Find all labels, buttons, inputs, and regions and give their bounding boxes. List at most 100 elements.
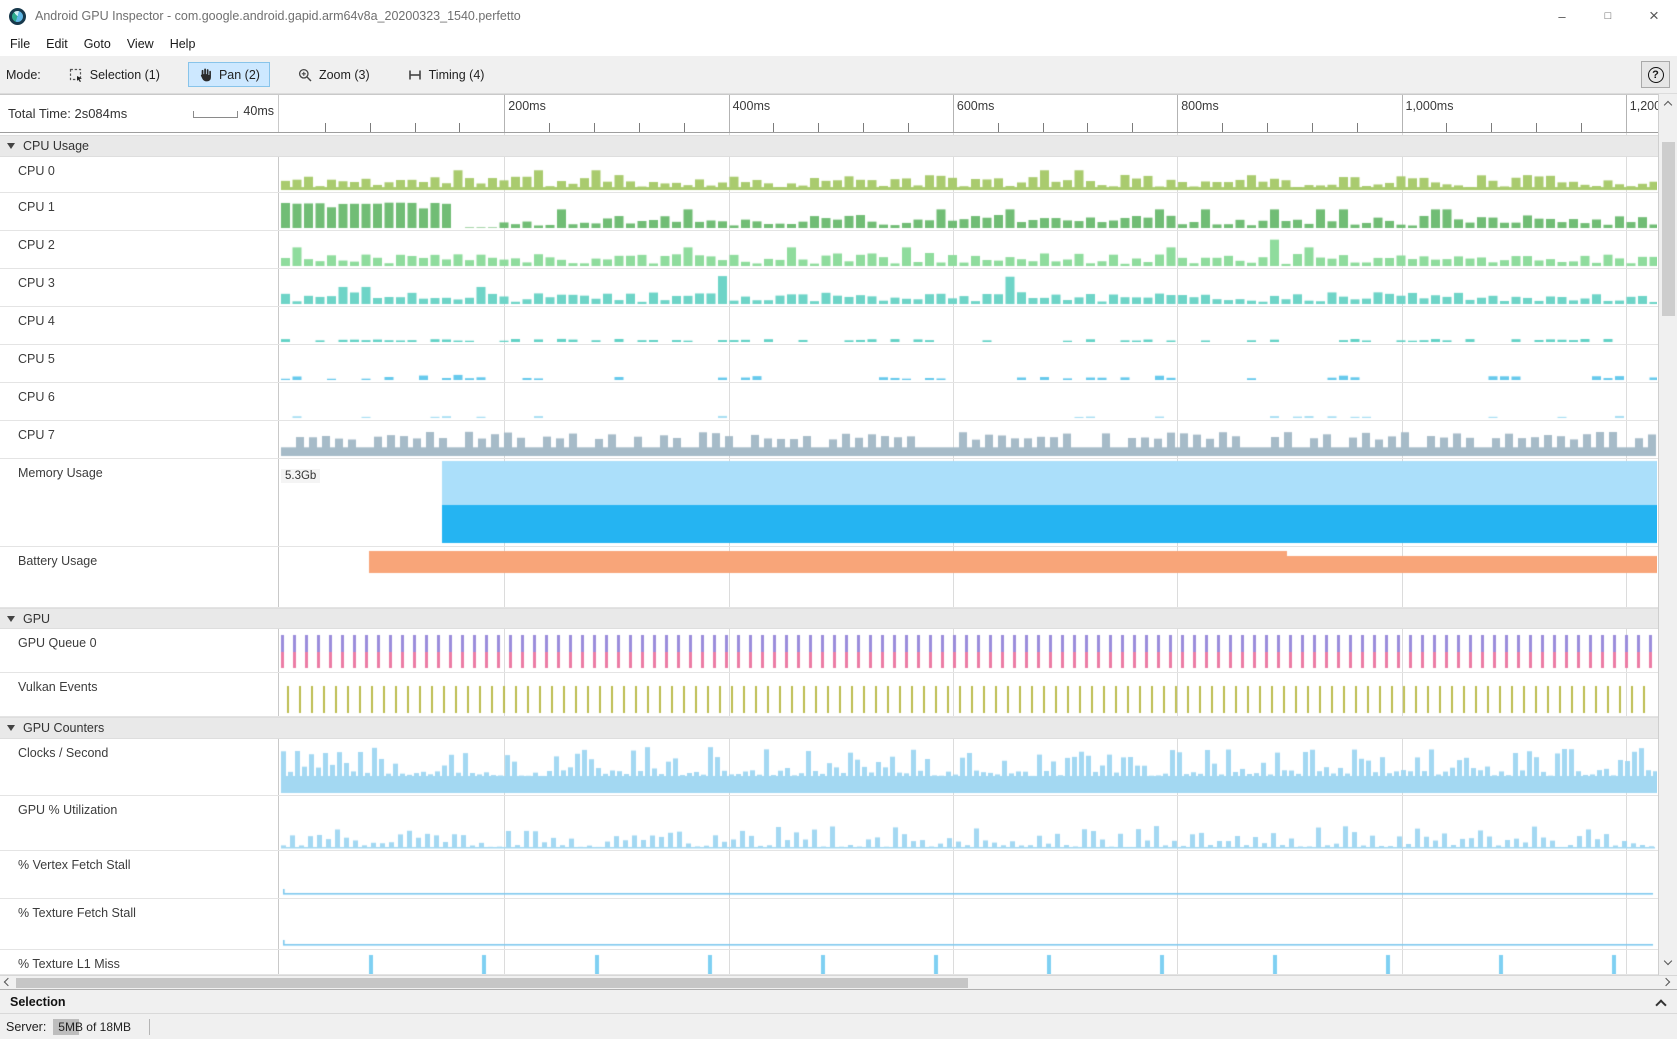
ruler-minor-tick [1536, 123, 1537, 132]
track-row-gpu-pct-utilization: GPU % Utilization [0, 796, 1658, 851]
ruler-tick-label: 1,200ms [1630, 99, 1658, 113]
track-label-memory-usage[interactable]: Memory Usage [0, 459, 279, 546]
track-chart-pct-vertex-fetch-stall[interactable] [279, 851, 1657, 898]
zoom-mode-button[interactable]: Zoom (3) [288, 63, 380, 87]
scroll-up-icon[interactable] [1664, 101, 1672, 109]
track-label-cpu-5[interactable]: CPU 5 [0, 345, 279, 382]
menu-edit[interactable]: Edit [38, 34, 76, 54]
track-label-cpu-0[interactable]: CPU 0 [0, 157, 279, 192]
track-label-cpu-1[interactable]: CPU 1 [0, 193, 279, 230]
section-header-gpu-counters[interactable]: GPU Counters [0, 717, 1658, 739]
track-chart-gpu-queue-0[interactable] [279, 629, 1657, 672]
status-divider [149, 1019, 150, 1035]
track-chart-cpu-5[interactable] [279, 345, 1657, 382]
horizontal-scrollbar-thumb[interactable] [16, 978, 968, 988]
section-label: GPU Counters [23, 721, 104, 735]
app-window: Android GPU Inspector - com.google.andro… [0, 0, 1677, 1039]
track-row-memory-usage: Memory Usage5.3Gb [0, 459, 1658, 547]
track-label-pct-vertex-fetch-stall[interactable]: % Vertex Fetch Stall [0, 851, 279, 898]
track-row-cpu-1: CPU 1 [0, 193, 1658, 231]
track-chart-cpu-1[interactable] [279, 193, 1657, 230]
track-label-clocks-per-second[interactable]: Clocks / Second [0, 739, 279, 795]
track-chart-gpu-pct-utilization[interactable] [279, 796, 1657, 850]
pan-mode-label: Pan (2) [219, 68, 260, 82]
ruler-tick-label: 600ms [957, 99, 995, 113]
ruler-tick-label: 1,000ms [1406, 99, 1454, 113]
track-chart-cpu-2[interactable] [279, 231, 1657, 268]
menu-view[interactable]: View [119, 34, 162, 54]
track-chart-clocks-per-second[interactable] [279, 739, 1657, 795]
title-bar: Android GPU Inspector - com.google.andro… [0, 0, 1677, 32]
track-label-gpu-pct-utilization[interactable]: GPU % Utilization [0, 796, 279, 850]
menu-goto[interactable]: Goto [76, 34, 119, 54]
menu-help[interactable]: Help [162, 34, 204, 54]
track-chart-battery-usage[interactable] [279, 547, 1657, 607]
track-label-cpu-6[interactable]: CPU 6 [0, 383, 279, 420]
track-chart-memory-usage[interactable] [279, 459, 1657, 546]
ruler-minor-tick [639, 123, 640, 132]
track-row-cpu-5: CPU 5 [0, 345, 1658, 383]
track-label-battery-usage[interactable]: Battery Usage [0, 547, 279, 607]
track-chart-cpu-0[interactable] [279, 157, 1657, 192]
ruler-tick-label: 400ms [733, 99, 771, 113]
track-chart-cpu-6[interactable] [279, 383, 1657, 420]
track-label-pct-texture-fetch-stall[interactable]: % Texture Fetch Stall [0, 899, 279, 949]
vertical-scrollbar[interactable] [1658, 94, 1677, 975]
status-bar: Server: 5MB of 18MB [0, 1013, 1677, 1039]
track-chart-cpu-7[interactable] [279, 421, 1657, 458]
track-row-pct-texture-fetch-stall: % Texture Fetch Stall [0, 899, 1658, 950]
track-chart-cpu-4[interactable] [279, 307, 1657, 344]
track-chart-cpu-3[interactable] [279, 269, 1657, 306]
menu-bar: File Edit Goto View Help [0, 32, 1677, 56]
track-label-pct-texture-l1-miss[interactable]: % Texture L1 Miss [0, 950, 279, 974]
collapse-triangle-icon[interactable] [7, 616, 15, 622]
track-label-cpu-4[interactable]: CPU 4 [0, 307, 279, 344]
server-memory-gauge: 5MB of 18MB [53, 1019, 139, 1035]
ruler-minor-tick [594, 123, 595, 132]
section-header-gpu[interactable]: GPU [0, 608, 1658, 629]
track-label-cpu-7[interactable]: CPU 7 [0, 421, 279, 458]
scale-bracket-icon [193, 111, 238, 118]
horizontal-scrollbar[interactable] [0, 975, 1677, 989]
close-button[interactable]: × [1631, 0, 1677, 32]
collapse-triangle-icon[interactable] [7, 143, 15, 149]
ruler-minor-tick [1087, 123, 1088, 132]
selection-mode-button[interactable]: Selection (1) [59, 63, 170, 87]
memory-value-badge: 5.3Gb [281, 469, 320, 483]
minimize-button[interactable]: – [1539, 0, 1585, 32]
chevron-up-icon [1655, 999, 1666, 1010]
collapse-panel-button[interactable] [1657, 998, 1665, 1012]
vertical-scrollbar-thumb[interactable] [1662, 142, 1675, 316]
scroll-down-icon[interactable] [1664, 957, 1672, 965]
ruler-major-tick [953, 95, 954, 132]
ruler-left-pane: Total Time: 2s084ms 40ms [0, 95, 279, 132]
server-memory-text: 5MB of 18MB [58, 1020, 131, 1034]
track-row-cpu-3: CPU 3 [0, 269, 1658, 307]
collapse-triangle-icon[interactable] [7, 725, 15, 731]
mode-toolbar: Mode: Selection (1) Pan (2) Zoom (3) Tim… [0, 56, 1677, 94]
ruler-minor-tick [684, 123, 685, 132]
track-chart-pct-texture-fetch-stall[interactable] [279, 899, 1657, 949]
track-chart-vulkan-events[interactable] [279, 673, 1657, 716]
scroll-right-icon[interactable] [1662, 978, 1670, 986]
pan-mode-button[interactable]: Pan (2) [188, 62, 270, 87]
maximize-button[interactable]: □ [1585, 0, 1631, 32]
track-label-vulkan-events[interactable]: Vulkan Events [0, 673, 279, 716]
track-chart-pct-texture-l1-miss[interactable] [279, 950, 1657, 974]
selection-panel-title: Selection [10, 995, 66, 1009]
pan-hand-icon [198, 67, 212, 82]
scroll-left-icon[interactable] [4, 978, 12, 986]
track-label-gpu-queue-0[interactable]: GPU Queue 0 [0, 629, 279, 672]
ruler-scale[interactable]: 200ms400ms600ms800ms1,000ms1,200ms [279, 95, 1658, 132]
timing-mode-button[interactable]: Timing (4) [398, 63, 495, 87]
section-header-cpu-usage[interactable]: CPU Usage [0, 135, 1658, 157]
ruler-major-tick [729, 95, 730, 132]
help-button[interactable]: ? [1641, 61, 1670, 88]
section-label: GPU [23, 612, 50, 626]
selection-panel-header[interactable]: Selection [0, 989, 1677, 1013]
menu-file[interactable]: File [2, 34, 38, 54]
track-label-cpu-2[interactable]: CPU 2 [0, 231, 279, 268]
track-row-pct-texture-l1-miss: % Texture L1 Miss [0, 950, 1658, 975]
track-label-cpu-3[interactable]: CPU 3 [0, 269, 279, 306]
track-row-pct-vertex-fetch-stall: % Vertex Fetch Stall [0, 851, 1658, 899]
